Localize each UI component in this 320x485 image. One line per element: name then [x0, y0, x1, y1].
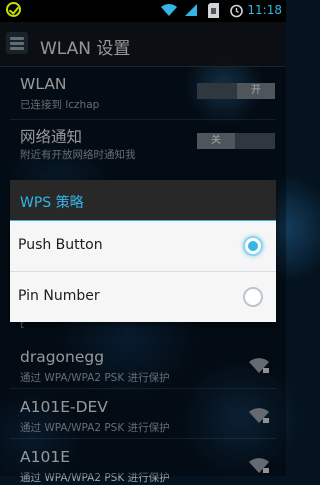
option-push-button[interactable]: Push Button: [10, 221, 276, 271]
dialog-title-bar: WPS 策略: [10, 180, 276, 222]
wifi-icon: [161, 3, 177, 17]
wps-dialog: WPS 策略 Push Button Pin Number: [10, 180, 276, 322]
option-label: Pin Number: [18, 288, 100, 304]
sd-card-icon: [208, 3, 219, 18]
dialog-title: WPS 策略: [20, 195, 84, 211]
check-icon: [6, 2, 21, 17]
alarm-icon: [230, 4, 243, 18]
option-pin-number[interactable]: Pin Number: [10, 272, 276, 322]
signal-icon: [185, 4, 197, 16]
clock: 11:18: [247, 3, 282, 17]
radio-unselected-icon[interactable]: [243, 287, 263, 307]
radio-selected-icon[interactable]: [243, 236, 263, 256]
option-label: Push Button: [18, 237, 103, 253]
status-bar: 11:18: [0, 0, 286, 22]
